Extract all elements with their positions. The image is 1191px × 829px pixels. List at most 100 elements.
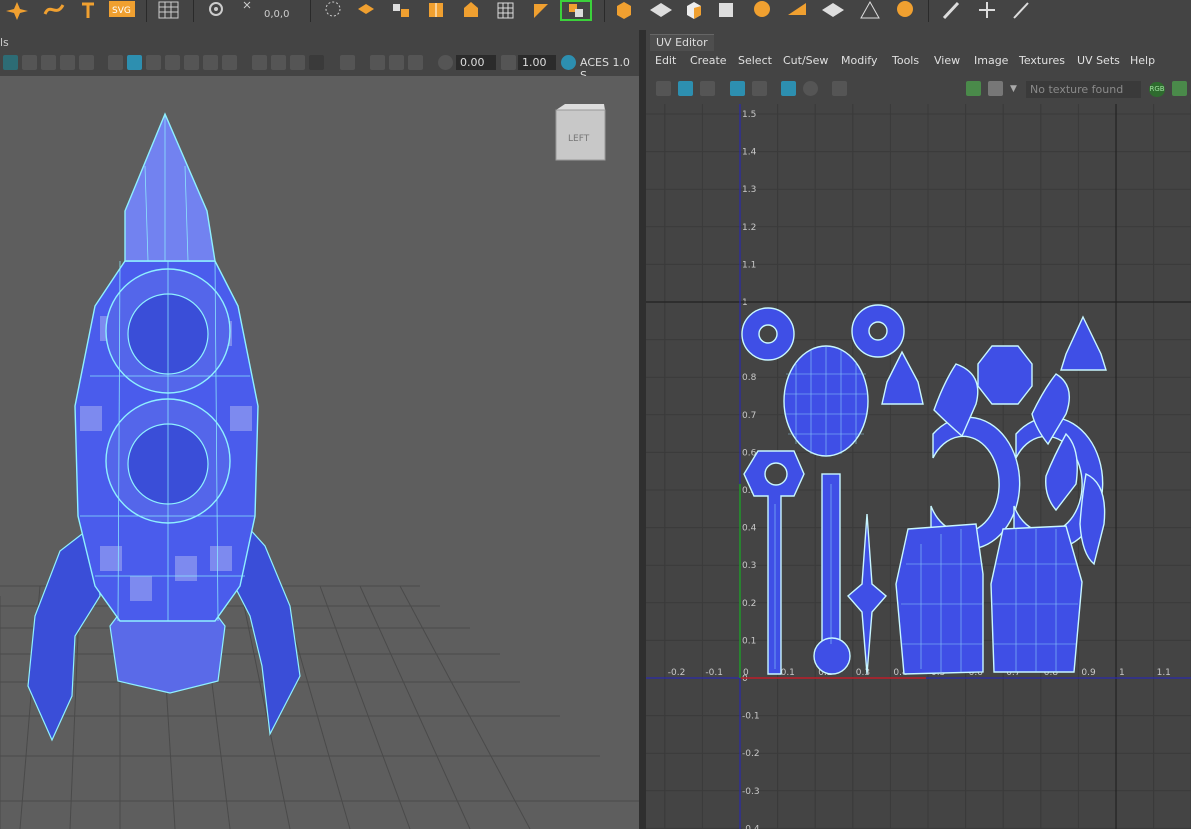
shaded-uv-icon[interactable] [678,81,693,96]
y-tick-label: 0.4 [742,524,757,534]
uv-shell-spike [847,513,887,675]
grease-pencil-icon[interactable] [79,55,94,70]
texture-dropdown[interactable]: No texture found [1026,81,1141,98]
y-tick-label: 1 [742,298,748,308]
resolution-gate-icon[interactable] [408,55,423,70]
xray-active-icon[interactable] [389,55,404,70]
y-tick-label: -0.3 [742,787,760,797]
isolate-select-icon[interactable] [340,55,355,70]
checker-cube-icon[interactable] [715,0,737,20]
checker-display-icon[interactable] [988,81,1003,96]
distortion-icon[interactable] [700,81,715,96]
type-tool-icon[interactable] [80,0,102,20]
smooth-shade-icon[interactable] [127,55,142,70]
rgb-channel-button[interactable]: RGB [1149,82,1165,97]
lights-icon[interactable] [203,55,218,70]
image-display-icon[interactable] [966,81,981,96]
menu-create[interactable]: Create [690,54,727,67]
alpha-channel-icon[interactable] [1172,81,1187,96]
panel-menu-fragment[interactable]: ls [0,36,9,49]
uv-editor-tab[interactable]: UV Editor [650,34,714,51]
pyramid-icon[interactable] [858,0,880,20]
view-cube[interactable]: LEFT [555,104,606,161]
snapshot-icon[interactable] [832,81,847,96]
grid-icon[interactable] [157,0,179,20]
sphere-icon[interactable] [750,0,772,20]
menu-edit[interactable]: Edit [655,54,676,67]
freeze-transform-icon[interactable]: 0,0,0 [240,0,300,20]
svg-label: SVG [112,6,131,16]
box-icon[interactable] [613,0,635,20]
menu-image[interactable]: Image [974,54,1008,67]
grid-sphere-icon[interactable] [893,0,915,20]
extrude-icon[interactable] [425,0,447,20]
cut-icon[interactable] [530,0,552,20]
uv-grid-icon[interactable] [656,81,671,96]
diamond-grid-icon[interactable] [648,0,672,20]
textured-icon[interactable] [184,55,199,70]
menu-cut-sew[interactable]: Cut/Sew [783,54,828,67]
menu-textures[interactable]: Textures [1019,54,1065,67]
menu-select[interactable]: Select [738,54,772,67]
dof-icon[interactable] [309,55,324,70]
checker-map-icon[interactable] [752,81,767,96]
pin-icon[interactable] [975,0,997,20]
curve-tool-icon[interactable] [42,0,65,20]
uv-bounds [646,104,1191,829]
layers-icon[interactable] [355,0,377,20]
gamma-field[interactable]: 1.00 [518,55,556,70]
ambient-occlusion-icon[interactable] [252,55,267,70]
menu-tools[interactable]: Tools [892,54,919,67]
2d-pan-icon[interactable] [60,55,75,70]
uv-shell-octagon [977,345,1033,405]
menu-uv-sets[interactable]: UV Sets [1077,54,1120,67]
gamma-icon[interactable] [501,55,516,70]
bevel-icon[interactable] [460,0,482,20]
uv-shell-paddle-2 [813,473,851,675]
uv-shell-body-panel-2 [990,525,1083,673]
motion-blur-icon[interactable] [271,55,286,70]
smooth-icon[interactable] [495,0,517,20]
wireframe-on-shaded-icon[interactable] [146,55,161,70]
layout-uv-icon[interactable] [820,0,844,20]
y-tick-label: 0.3 [742,561,756,571]
image-plane-icon[interactable] [41,55,56,70]
xray-joints-icon[interactable] [370,55,385,70]
uv-viewport[interactable]: -0.2-0.100.10.20.30.40.50.60.70.80.911.1… [646,104,1191,829]
center-pivot-icon[interactable] [205,0,227,20]
3d-viewport[interactable]: LEFT [0,76,639,829]
camera-attrib-icon[interactable] [3,55,18,70]
chevron-down-icon[interactable]: ▼ [1010,84,1017,94]
uv-toolbar: ▼ No texture found RGB [646,76,1191,102]
menu-modify[interactable]: Modify [841,54,877,67]
menu-view[interactable]: View [934,54,960,67]
svg-tool-icon[interactable]: SVG [108,0,136,20]
exposure-field[interactable]: 0.00 [456,55,496,70]
lasso-icon[interactable] [322,0,344,20]
selected-tool-icon[interactable] [560,0,594,21]
menu-help[interactable]: Help [1130,54,1155,67]
bookmark-icon[interactable] [22,55,37,70]
pixel-snap-icon[interactable] [803,81,818,96]
cube-split-icon[interactable] [390,0,412,20]
pen-icon[interactable] [940,0,962,20]
x-tick-label: -0.2 [668,668,686,678]
plane-split-icon[interactable] [785,0,807,20]
brush-icon[interactable] [1010,0,1032,20]
anti-alias-icon[interactable] [290,55,305,70]
y-tick-label: -0.1 [742,712,760,722]
color-management-icon[interactable] [561,55,576,70]
xray-icon[interactable] [165,55,180,70]
cube-icon[interactable] [683,0,705,20]
texture-borders-icon[interactable] [730,81,745,96]
panel-divider[interactable] [639,30,646,829]
sparkle-icon[interactable] [4,0,28,20]
x-tick-label: 1.1 [1157,668,1171,678]
shadows-icon[interactable] [222,55,237,70]
y-tick-label: -0.4 [742,824,760,829]
exposure-icon[interactable] [438,55,453,70]
uv-shell-ring-1 [741,307,795,361]
wireframe-icon[interactable] [108,55,123,70]
x-tick-label: -0.1 [705,668,723,678]
display-grid-icon[interactable] [781,81,796,96]
